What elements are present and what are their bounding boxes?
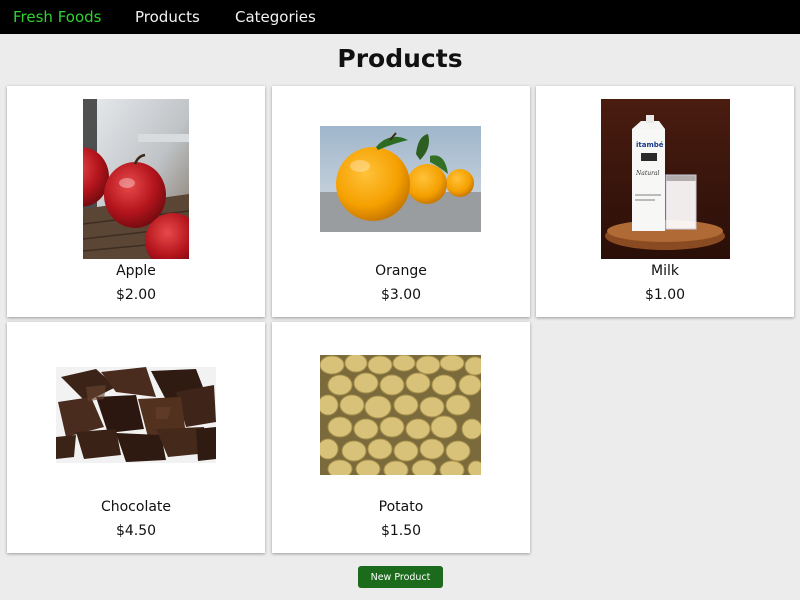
- svg-text:Natural: Natural: [635, 170, 660, 177]
- product-name: Potato: [378, 499, 424, 515]
- potato-image: [320, 355, 481, 475]
- product-name: Milk: [651, 263, 679, 279]
- product-card-chocolate[interactable]: Chocolate $4.50: [7, 322, 265, 553]
- product-name: Chocolate: [100, 499, 172, 515]
- milk-image: itambé Natural: [601, 99, 730, 259]
- product-name: Orange: [375, 263, 427, 279]
- product-card-apple[interactable]: Apple $2.00: [7, 86, 265, 317]
- orange-image: [320, 126, 481, 232]
- svg-text:itambé: itambé: [636, 141, 664, 149]
- product-card-milk[interactable]: itambé Natural Milk $1.00: [536, 86, 794, 317]
- top-navbar: Fresh Foods Products Categories: [0, 0, 800, 34]
- page-title: Products: [337, 44, 463, 73]
- product-price: $3.00: [380, 287, 422, 303]
- product-name: Apple: [116, 263, 156, 279]
- product-price: $2.00: [115, 287, 157, 303]
- product-price: $1.50: [380, 523, 422, 539]
- product-price: $1.00: [644, 287, 686, 303]
- brand-link[interactable]: Fresh Foods: [13, 8, 101, 26]
- new-product-button[interactable]: New Product: [358, 566, 443, 588]
- product-price: $4.50: [115, 523, 157, 539]
- chocolate-image: [56, 367, 216, 463]
- apple-image: [83, 99, 189, 259]
- nav-products-link[interactable]: Products: [135, 8, 200, 26]
- product-card-orange[interactable]: Orange $3.00: [272, 86, 530, 317]
- nav-categories-link[interactable]: Categories: [235, 8, 316, 26]
- product-card-potato[interactable]: Potato $1.50: [272, 322, 530, 553]
